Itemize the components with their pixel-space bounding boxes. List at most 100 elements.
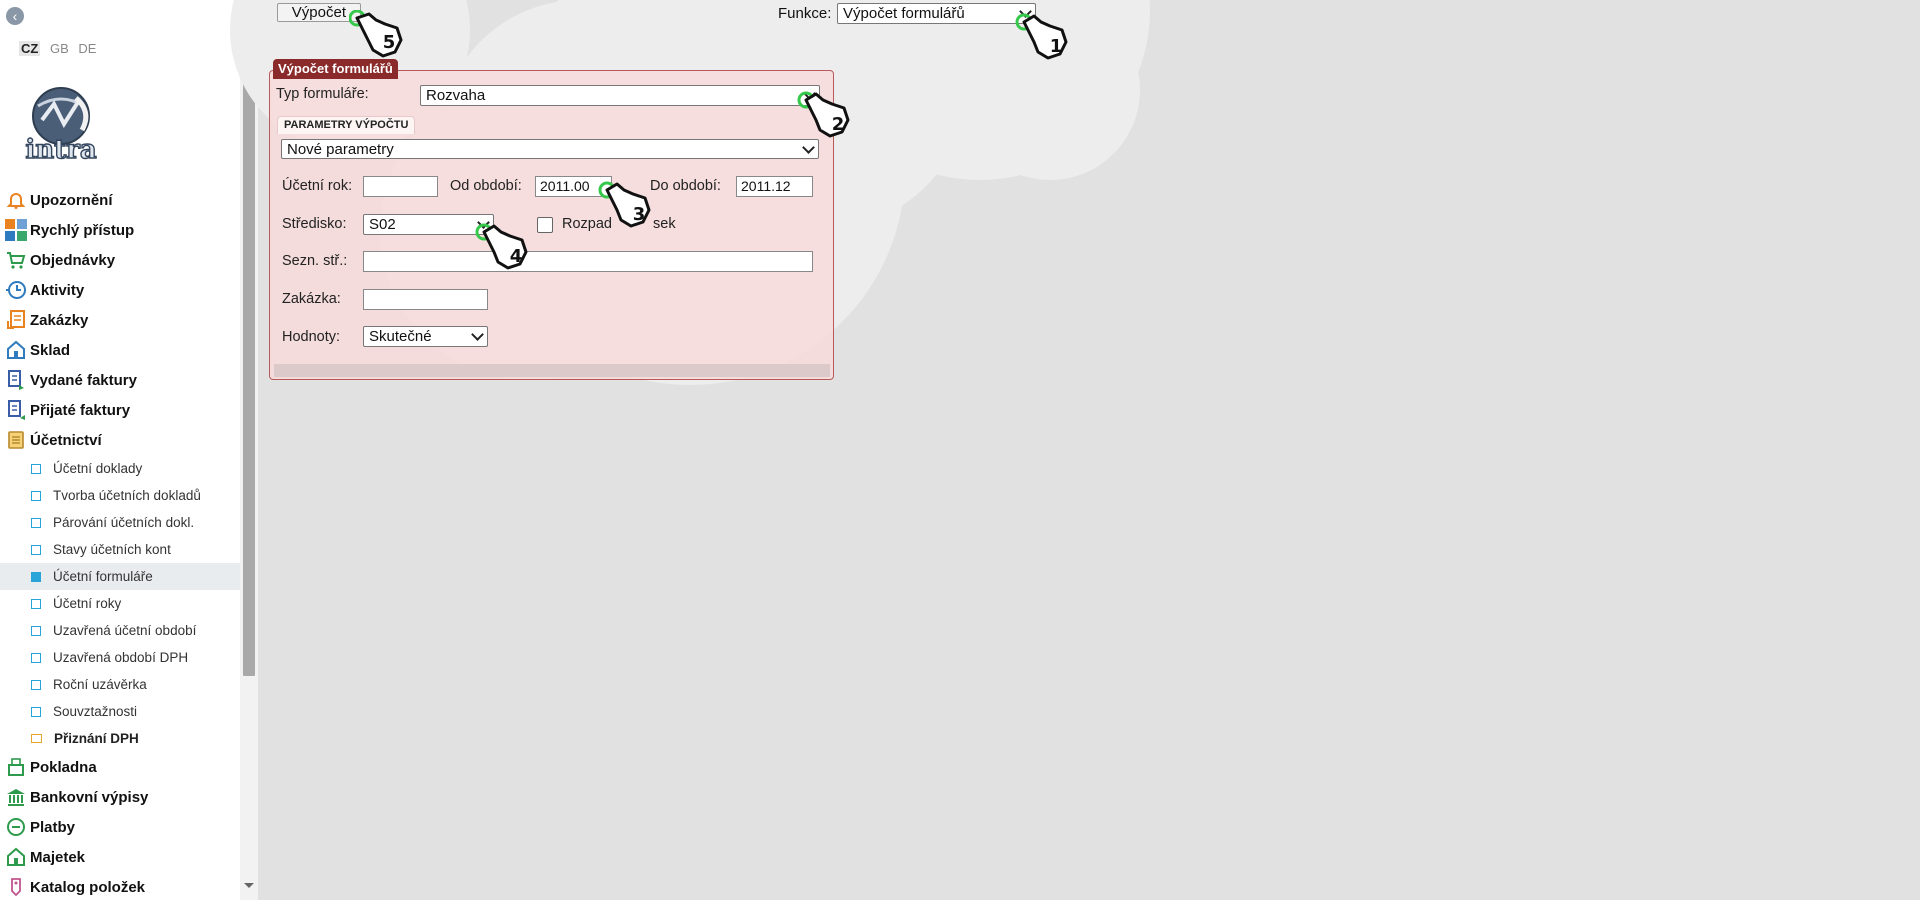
coin-icon [5,816,27,838]
order-label: Zakázka: [282,291,341,307]
sidebar-item-label: Přijaté faktury [30,401,131,419]
sidebar-subitem-tvorba-dokladu[interactable]: Tvorba účetních dokladů [0,482,240,509]
callout-2-hand-pointer-icon: 2 [797,91,850,138]
clipboard-icon [5,309,27,331]
sidebar-subitem-label: Tvorba účetních dokladů [53,488,201,503]
back-arrow-icon[interactable]: ‹ [6,7,24,25]
building-icon [5,846,27,868]
sidebar-subitem-label: Přiznání DPH [54,731,139,746]
sidebar-item-label: Rychlý přístup [30,221,135,239]
square-icon [31,544,41,555]
sidebar-item-label: Pokladna [30,758,97,776]
center-list-label: Sezn. stř.: [282,253,348,269]
lang-cz[interactable]: CZ [19,41,41,56]
order-input[interactable] [363,289,488,310]
square-icon [31,490,41,501]
sidebar-item-label: Účetnictví [30,431,102,449]
function-select[interactable]: Výpočet formulářů [837,3,1036,24]
center-value: S02 [369,216,396,233]
sidebar-subitem-uzavrena-obdobi-dph[interactable]: Uzavřená období DPH [0,644,240,671]
square-icon [31,652,41,663]
invoice-in-icon [5,399,27,421]
values-value: Skutečné [369,328,432,345]
cash-register-icon [5,756,27,778]
chevron-down-icon [802,141,815,154]
sidebar-item-label: Zakázky [30,311,89,329]
values-select[interactable]: Skutečné [363,326,488,347]
sidebar-subitem-ucetni-formulare[interactable]: Účetní formuláře [0,563,240,590]
split-label-tail: sek [653,216,676,232]
sidebar-subitem-priznani-dph[interactable]: Přiznání DPH [0,725,240,752]
sidebar-subitem-ucetni-doklady[interactable]: Účetní doklady [0,455,240,482]
callout-4-hand-pointer-icon: 4 [475,223,528,270]
square-filled-icon [31,571,41,582]
sidebar-item-bankovni-vypisy[interactable]: Bankovní výpisy [0,782,240,812]
center-list-input[interactable] [363,251,813,272]
sidebar-item-katalog-polozek[interactable]: Katalog položek [0,872,240,900]
tiles-icon [5,219,27,241]
sidebar-item-label: Katalog položek [30,878,146,896]
sidebar-subitem-souvztaznosti[interactable]: Souvztažnosti [0,698,240,725]
function-label: Funkce: [778,5,832,22]
callout-number: 2 [832,114,845,135]
tab-calc-params[interactable]: PARAMETRY VÝPOČTU [277,116,416,134]
warehouse-icon [5,339,27,361]
split-checkbox[interactable] [537,217,553,233]
callout-1-hand-pointer-icon: 1 [1015,13,1068,60]
folder-icon [31,734,42,743]
sidebar-item-majetek[interactable]: Majetek [0,842,240,872]
sidebar-subitem-stavy-kont[interactable]: Stavy účetních kont [0,536,240,563]
from-period-label: Od období: [450,178,522,194]
sidebar-item-platby[interactable]: Platby [0,812,240,842]
params-select[interactable]: Nové parametry [281,139,819,159]
bank-icon [5,786,27,808]
sidebar-item-label: Vydané faktury [30,371,137,389]
sidebar-subitem-rocni-uzaverka[interactable]: Roční uzávěrka [0,671,240,698]
sidebar-item-ucetnictvi[interactable]: Účetnictví [0,425,240,455]
square-icon [31,598,41,609]
sidebar-subitem-label: Uzavřená období DPH [53,650,189,665]
callout-3-hand-pointer-icon: 3 [598,181,651,228]
callout-5-hand-pointer-icon: 5 [349,10,403,58]
sidebar-subitem-label: Uzavřená účetní období [53,623,197,638]
lang-gb[interactable]: GB [50,41,69,56]
square-icon [31,706,41,717]
intra-logo[interactable]: intra [18,84,104,162]
to-period-label: Do období: [650,178,721,194]
square-icon [31,517,41,528]
form-type-value: Rozvaha [426,87,486,104]
sidebar-subitem-uzavrena-obdobi[interactable]: Uzavřená účetní období [0,617,240,644]
year-input[interactable] [363,176,438,197]
values-label: Hodnoty: [282,329,341,345]
to-period-input[interactable]: 2011.12 [736,176,813,197]
sidebar-item-pokladna[interactable]: Pokladna [0,752,240,782]
scroll-down-icon[interactable] [244,883,254,888]
clock-icon [5,279,27,301]
year-label: Účetní rok: [282,178,353,194]
lang-de[interactable]: DE [78,41,96,56]
chevron-down-icon [471,328,484,341]
sidebar-subitem-label: Stavy účetních kont [53,542,171,557]
sidebar-item-label: Objednávky [30,251,116,269]
sidebar-subitem-parovani[interactable]: Párování účetních dokl. [0,509,240,536]
panel-footer [274,364,830,377]
sidebar-item-label: Sklad [30,341,71,359]
form-type-label: Typ formuláře: [276,86,369,102]
sidebar-item-label: Aktivity [30,281,85,299]
form-type-select[interactable]: Rozvaha [420,85,820,106]
sidebar-subitem-label: Párování účetních dokl. [53,515,195,530]
cart-icon [5,249,27,271]
square-icon [31,679,41,690]
square-icon [31,625,41,636]
callout-number: 5 [383,32,396,53]
callout-number: 4 [510,246,523,267]
function-select-value: Výpočet formulářů [843,5,965,22]
sidebar-subitem-ucetni-roky[interactable]: Účetní roky [0,590,240,617]
sidebar-item-label: Majetek [30,848,86,866]
sidebar-item-label: Upozornění [30,191,113,209]
language-switcher: CZ GB DE [19,41,102,56]
callout-number: 3 [633,204,646,225]
invoice-out-icon [5,369,27,391]
sidebar-subitem-label: Souvztažnosti [53,704,138,719]
tag-icon [5,876,27,898]
